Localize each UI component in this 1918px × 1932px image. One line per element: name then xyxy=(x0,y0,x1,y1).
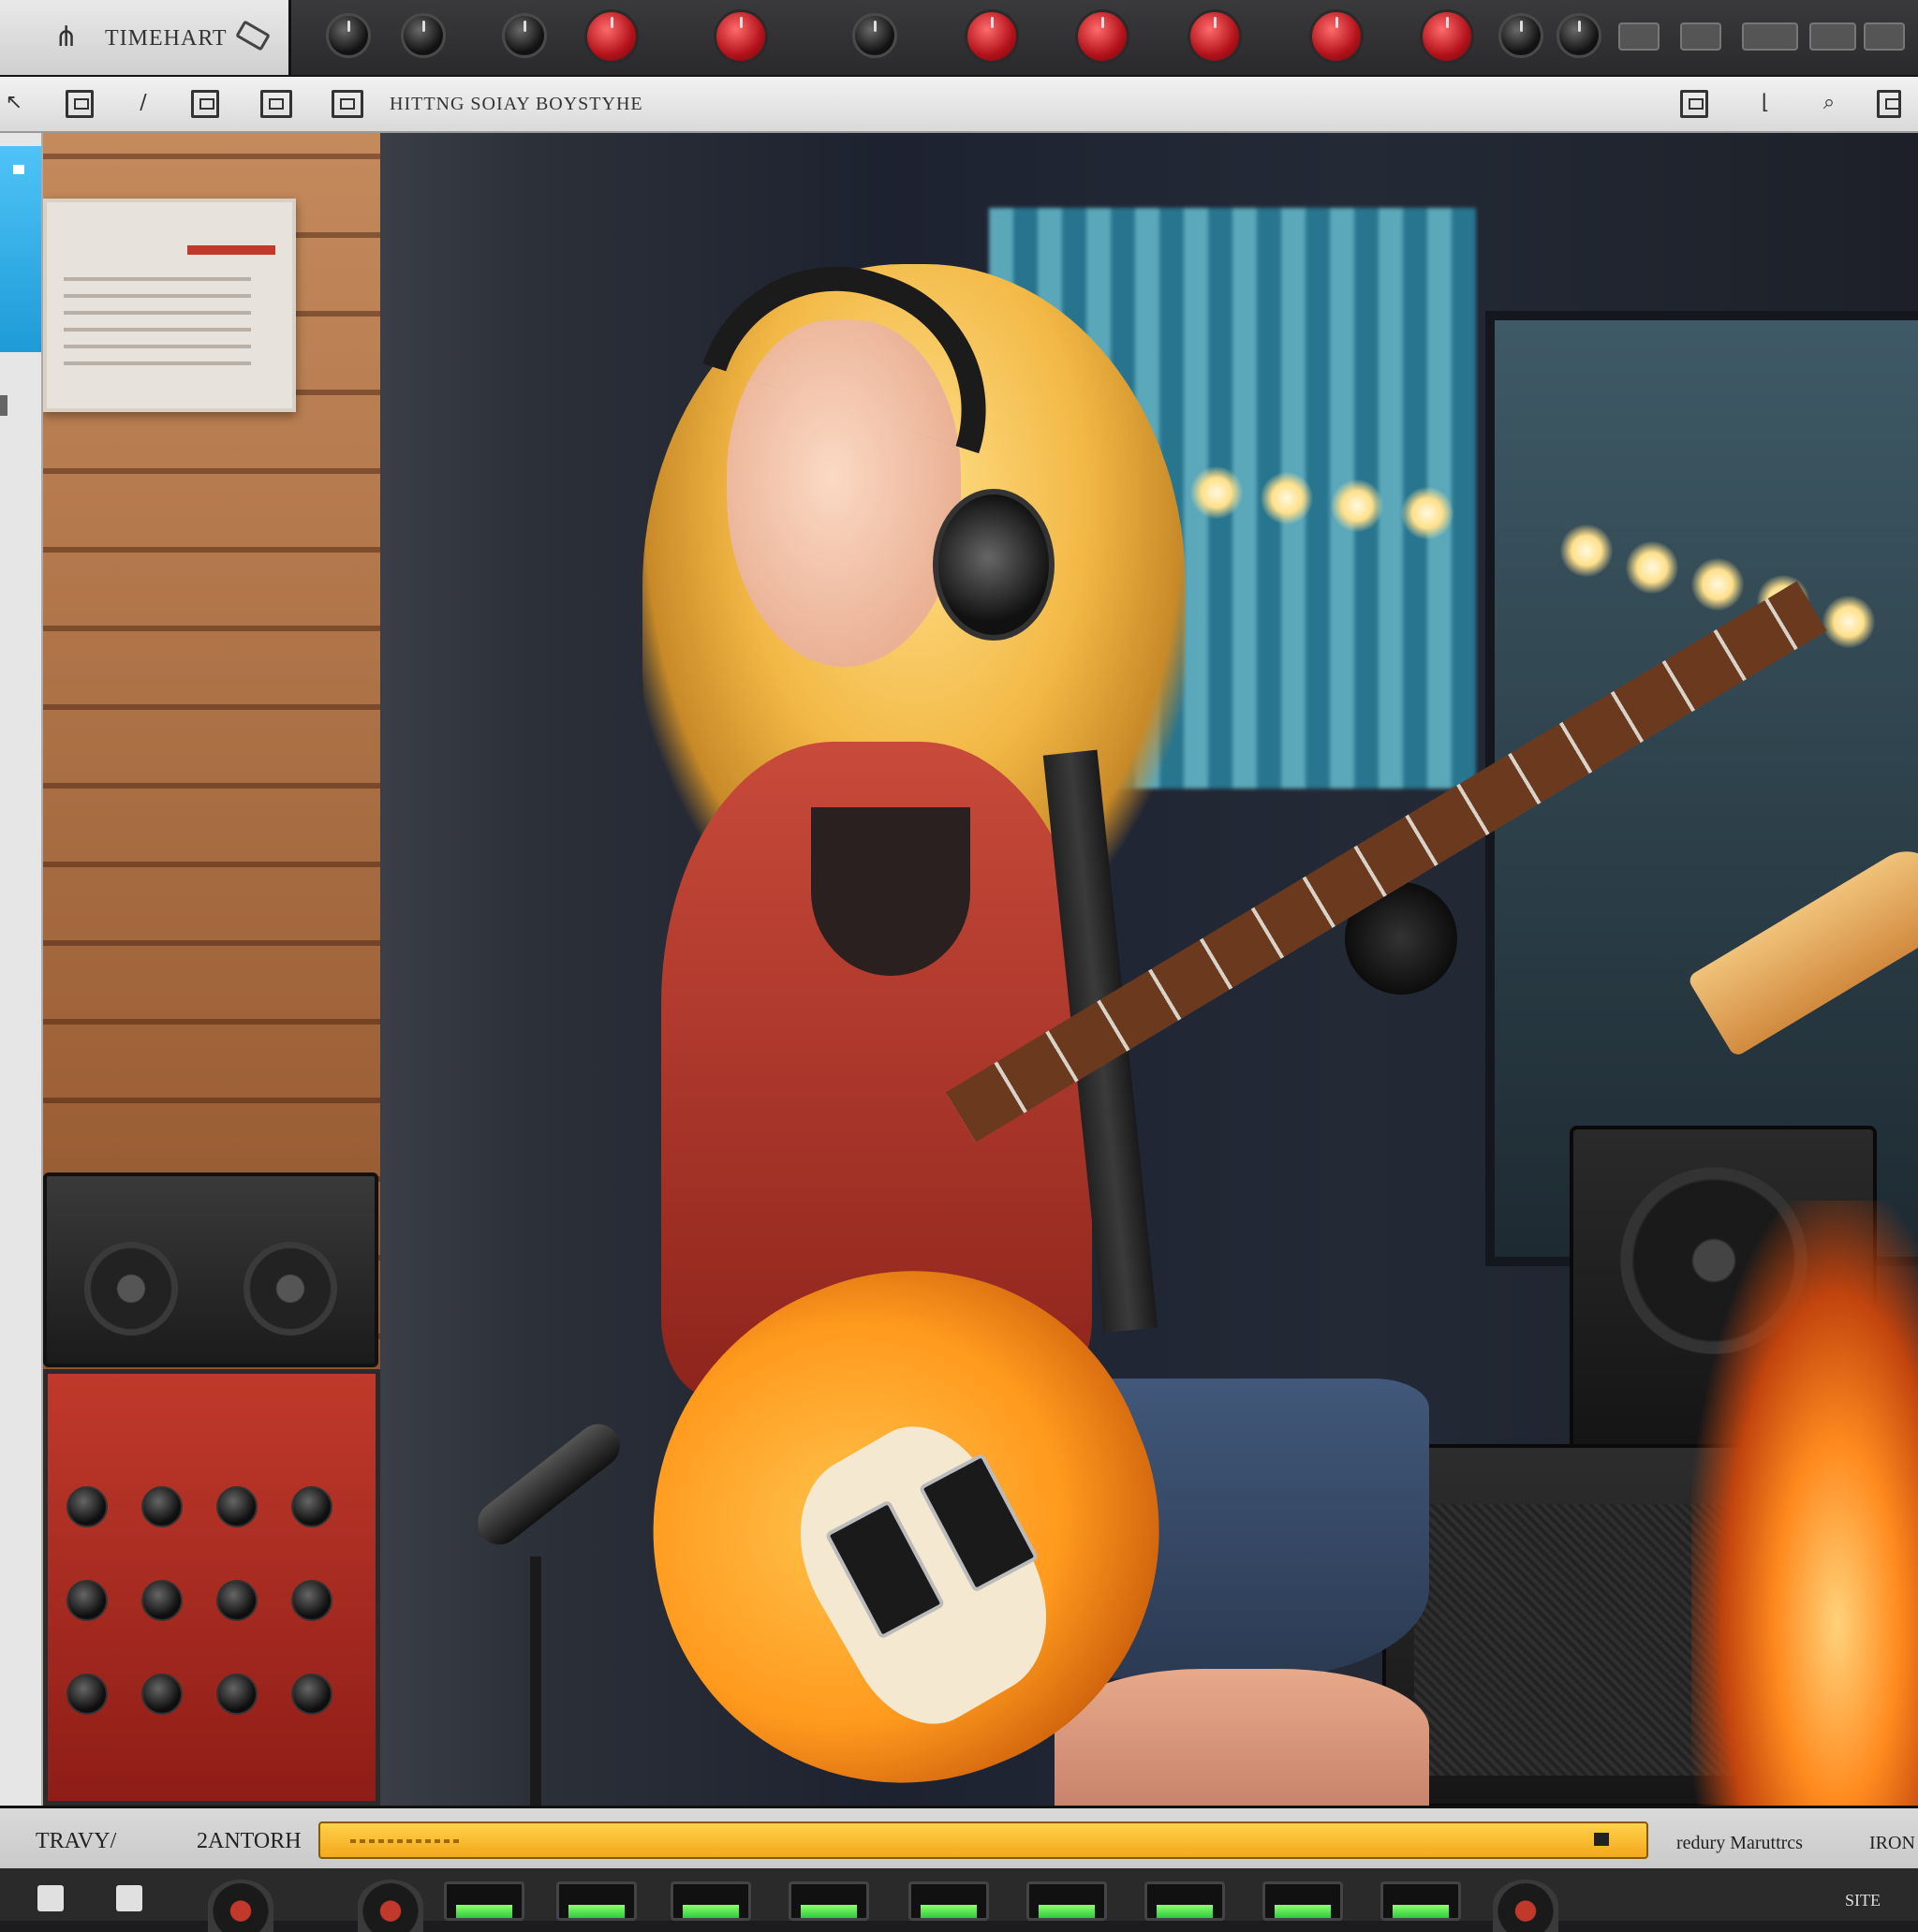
crop-icon[interactable]: ⌊ xyxy=(1751,90,1779,118)
logo-panel: ⋔ TIMEHART xyxy=(0,0,291,75)
preset-button[interactable] xyxy=(1618,22,1660,51)
timeline-track[interactable] xyxy=(318,1821,1648,1859)
playhead-marker[interactable] xyxy=(1594,1833,1609,1846)
close-button[interactable] xyxy=(1864,22,1905,51)
stage-light xyxy=(1626,541,1678,594)
pencil-icon[interactable] xyxy=(235,20,271,52)
performer-legs xyxy=(1055,1669,1429,1806)
settings-button[interactable] xyxy=(1742,22,1798,51)
stage-light xyxy=(1822,596,1875,648)
level-meter xyxy=(671,1881,751,1921)
performer-undershirt xyxy=(811,807,970,976)
stage-light xyxy=(1331,479,1383,532)
tone-knob[interactable] xyxy=(502,13,547,58)
channel-knob[interactable] xyxy=(208,1880,273,1932)
level-meter xyxy=(556,1881,637,1921)
mid-knob[interactable] xyxy=(714,9,768,64)
bypass-button[interactable] xyxy=(1680,22,1721,51)
save-button[interactable] xyxy=(1809,22,1856,51)
delay-knob[interactable] xyxy=(1188,9,1242,64)
pan-knob[interactable] xyxy=(1498,13,1543,58)
timeline-ticks xyxy=(350,1839,463,1843)
level-meter xyxy=(444,1881,524,1921)
treble-knob[interactable] xyxy=(965,9,1019,64)
window-icon[interactable] xyxy=(1680,90,1708,118)
panel-icon[interactable] xyxy=(332,90,363,118)
chorus-knob[interactable] xyxy=(1309,9,1364,64)
level-meter xyxy=(1144,1881,1225,1921)
corner-label: SITE xyxy=(1845,1891,1881,1910)
image-icon[interactable] xyxy=(191,90,219,118)
bass-knob[interactable] xyxy=(584,9,639,64)
pencil-icon[interactable]: ∕ xyxy=(129,90,157,118)
mode-label: IRON xyxy=(1869,1833,1915,1853)
level-meter xyxy=(1026,1881,1107,1921)
channel-knob[interactable] xyxy=(358,1880,423,1932)
left-amplifier xyxy=(43,1172,378,1367)
headphone-cup xyxy=(933,489,1055,641)
frame-icon[interactable] xyxy=(66,90,94,118)
red-effects-rack xyxy=(43,1369,380,1806)
mute-button[interactable] xyxy=(37,1885,64,1911)
stage-light xyxy=(1190,466,1243,519)
tuning-fork-icon: ⋔ xyxy=(54,21,79,53)
presence-knob[interactable] xyxy=(852,13,897,58)
wall-poster xyxy=(43,199,296,412)
status-label: redury Maruttrcs xyxy=(1676,1833,1803,1853)
main-toolbar: ↖ ∕ ⌊ ⌕ xyxy=(0,77,1918,133)
search-icon[interactable]: ⌕ xyxy=(1815,90,1843,118)
track-tab[interactable] xyxy=(0,146,41,352)
master-channel-knob[interactable] xyxy=(1493,1880,1558,1932)
back-arrow-icon[interactable]: ↖ xyxy=(0,90,28,118)
level-meter xyxy=(908,1881,989,1921)
image-canvas[interactable] xyxy=(43,133,1918,1806)
stage-light xyxy=(1691,558,1744,611)
fire-effect xyxy=(1691,1201,1918,1806)
stage-light xyxy=(1401,487,1453,539)
level-meter xyxy=(1262,1881,1343,1921)
gain-knob[interactable] xyxy=(326,13,371,58)
level-meter xyxy=(789,1881,869,1921)
project-title: HITTNG SOIAY BOYSTYHE xyxy=(390,94,643,114)
solo-button[interactable] xyxy=(116,1885,142,1911)
stage-light xyxy=(1261,472,1313,524)
left-side-panel xyxy=(0,133,43,1806)
level-meter xyxy=(1380,1881,1461,1921)
vocal-microphone xyxy=(468,1415,629,1554)
reverb-knob[interactable] xyxy=(1075,9,1129,64)
track-label: TRAVY/ xyxy=(36,1829,117,1853)
plugin-control-bar: ⋔ TIMEHART xyxy=(0,0,1918,77)
panel-icon[interactable] xyxy=(260,90,292,118)
mic-stand xyxy=(530,1556,541,1806)
time-label: 2ANTORH xyxy=(197,1829,302,1853)
transport-bar: TRAVY/ 2ANTORH redury Maruttrcs IRON SIT… xyxy=(0,1806,1918,1932)
volume-knob[interactable] xyxy=(1420,9,1474,64)
master-knob[interactable] xyxy=(1557,13,1601,58)
export-icon[interactable] xyxy=(1877,90,1901,118)
drive-knob[interactable] xyxy=(401,13,446,58)
scroll-handle[interactable] xyxy=(0,395,7,416)
stage-light xyxy=(1560,524,1613,577)
mixer-strip xyxy=(0,1868,1918,1932)
app-title: TIMEHART xyxy=(105,26,228,51)
